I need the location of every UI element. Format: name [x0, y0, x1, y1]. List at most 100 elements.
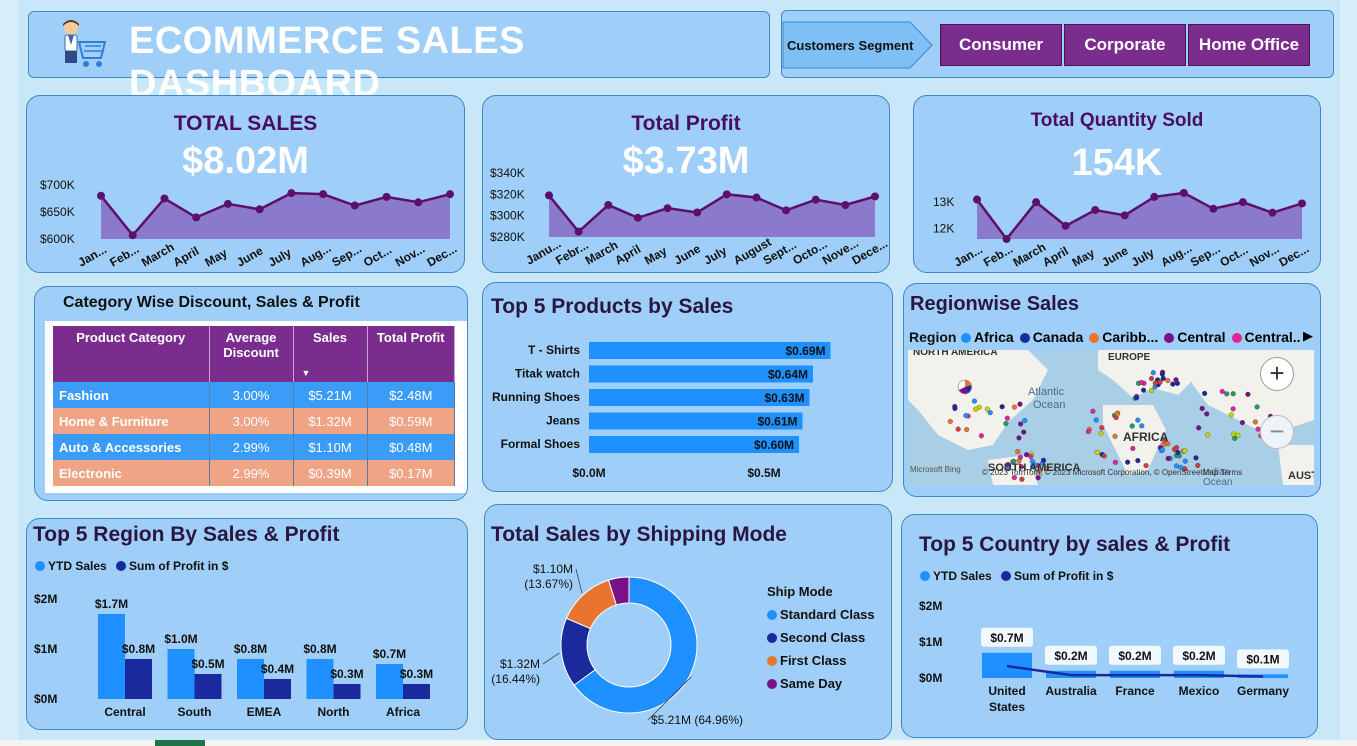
map-label: EUROPE [1108, 352, 1151, 363]
segment-button-consumer[interactable]: Consumer [940, 24, 1062, 66]
data-label: $1.32M [500, 657, 540, 671]
map-label: NORTH AMERICA [913, 350, 998, 358]
data-label: $0.1M [1246, 652, 1279, 666]
map-point [1170, 381, 1176, 387]
legend-label: Central [1177, 329, 1226, 345]
column-header[interactable]: Average Discount [209, 326, 294, 382]
data-point [128, 231, 137, 240]
x-tick-label: $0.0M [572, 466, 605, 480]
data-label: $1.7M [95, 597, 128, 611]
map-point [973, 406, 979, 412]
table-row[interactable]: Home & Furniture 3.00% $1.32M $0.59M [53, 408, 455, 434]
zoom-out-button[interactable]: − [1260, 415, 1294, 449]
table-cell: $0.17M [367, 460, 455, 486]
data-point [604, 201, 613, 209]
data-point [633, 213, 642, 222]
column-header[interactable]: Total Profit [367, 326, 455, 382]
map-point [1028, 453, 1034, 460]
y-tick-label: $0M [919, 671, 942, 685]
table-cell: $0.59M [367, 408, 455, 434]
map-point [1022, 418, 1028, 424]
legend-item[interactable]: Caribb... [1089, 329, 1158, 345]
sheet-tab-indicator[interactable] [155, 740, 205, 746]
segment-button-corporate[interactable]: Corporate [1064, 24, 1186, 66]
map-point [1199, 405, 1205, 412]
x-tick-label: Africa [386, 705, 420, 719]
bar-profit [194, 674, 222, 699]
legend-item[interactable]: Standard Class [767, 607, 875, 622]
table-cell: 2.99% [209, 460, 294, 486]
legend-item[interactable]: Canada [1019, 329, 1084, 345]
data-label: $1.0M [164, 632, 197, 646]
data-label: $0.3M [330, 667, 363, 681]
map-point [1245, 391, 1251, 397]
data-label: (16.44%) [491, 672, 540, 686]
y-tick-label: $1M [34, 642, 57, 656]
x-tick-label: Aug... [298, 241, 334, 270]
x-tick-label: March [1011, 240, 1049, 270]
x-tick-label: North [318, 705, 350, 719]
legend-item[interactable]: First Class [767, 653, 875, 668]
data-point [1091, 206, 1100, 215]
legend-dot [767, 610, 777, 620]
ship-mode-legend: Ship Mode Standard Class Second Class Fi… [767, 584, 875, 699]
x-tick-label: July [701, 243, 729, 267]
legend-label: Same Day [780, 676, 843, 691]
x-tick-label: May [202, 246, 229, 270]
kpi-card-profit: Total Profit $3.73M $340K $320K $300K $280K… [482, 95, 890, 273]
data-point [871, 192, 879, 201]
map-point [1175, 450, 1181, 456]
table-header-row: Product Category Average Discount Sales ▼… [53, 326, 455, 382]
shopping-cart-logo-icon [63, 20, 107, 67]
zoom-in-button[interactable]: + [1260, 357, 1294, 391]
map-point [1230, 391, 1236, 397]
table-cell: Auto & Accessories [53, 434, 210, 460]
data-point [287, 189, 296, 198]
table-cell: $0.39M [293, 460, 368, 486]
data-label: $0.3M [400, 667, 433, 681]
legend-item[interactable]: Same Day [767, 676, 875, 691]
legend-item[interactable]: Africa [961, 329, 1014, 345]
legend-next-icon[interactable]: ▶ [1303, 328, 1313, 344]
category-label: T - Shirts [528, 343, 580, 357]
legend-item[interactable]: Central [1164, 329, 1226, 345]
map-point [1224, 391, 1230, 397]
table-row[interactable]: Fashion 3.00% $5.21M $2.48M [53, 382, 455, 408]
column-header[interactable]: Product Category [53, 326, 210, 382]
data-label: $0.8M [234, 642, 267, 656]
bar-profit [125, 659, 152, 699]
data-label: $0.2M [1118, 649, 1151, 663]
x-tick-label: Germany [1237, 684, 1289, 698]
y-tick-label: $340K [490, 166, 525, 180]
data-point [782, 206, 791, 215]
data-point [1061, 221, 1070, 230]
legend-label: Central... [1244, 329, 1301, 345]
x-tick-label: South [178, 705, 212, 719]
map-point [1202, 390, 1208, 396]
table-row[interactable]: Auto & Accessories 2.99% $1.10M $0.48M [53, 434, 455, 460]
legend-item[interactable]: Second Class [767, 630, 875, 645]
segment-button-home-office[interactable]: Home Office [1188, 24, 1310, 66]
map-point [1182, 458, 1188, 464]
table-cell: 3.00% [209, 382, 294, 408]
x-tick-label: Australia [1045, 684, 1097, 698]
map-point [999, 404, 1005, 410]
data-label: $1.10M [533, 562, 573, 576]
region-map[interactable]: NORTH AMERICA EUROPE Atlantic Ocean AFRICA SO… [908, 350, 1314, 485]
legend-item[interactable]: Central... [1231, 329, 1301, 345]
leader-line [575, 568, 583, 594]
y-tick-label: $300K [490, 209, 525, 223]
table-row[interactable]: Electronic 2.99% $0.39M $0.17M [53, 460, 455, 486]
legend-label: Canada [1032, 329, 1084, 345]
bar-sales [982, 652, 1032, 678]
column-header-sorted[interactable]: Sales ▼ [293, 326, 368, 382]
map-point [1112, 433, 1118, 439]
x-tick-label: July [266, 245, 294, 269]
map-copyright[interactable]: © 2023 TomTom, © 2023 Microsoft Corporat… [982, 468, 1242, 477]
sort-descending-icon: ▼ [301, 368, 311, 378]
x-tick-label: March [139, 240, 177, 270]
bar-sales [98, 614, 125, 699]
data-point [382, 192, 391, 201]
data-point [1268, 208, 1277, 217]
data-point [1150, 192, 1159, 201]
